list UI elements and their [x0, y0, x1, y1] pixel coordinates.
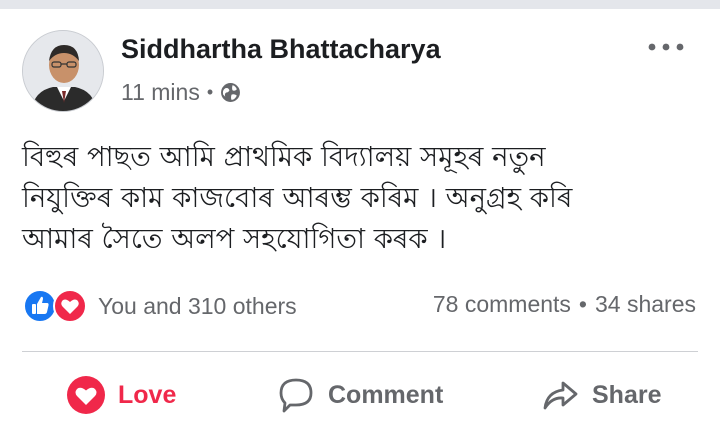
comment-label: Comment: [328, 380, 444, 409]
engagement-counts: 78 comments • 34 shares: [433, 291, 696, 318]
reactions-summary[interactable]: You and 310 others: [22, 288, 297, 324]
avatar-photo: [23, 31, 103, 111]
top-strip: [0, 0, 720, 9]
meta-separator: •: [206, 82, 214, 102]
share-arrow-icon: [543, 381, 578, 410]
more-dots-icon: [648, 43, 684, 51]
comment-icon: [279, 378, 313, 413]
love-reaction-icon: [53, 289, 87, 323]
avatar[interactable]: [22, 30, 104, 112]
globe-icon: [221, 83, 241, 102]
counts-separator: •: [578, 291, 587, 317]
comment-button[interactable]: Comment: [276, 372, 443, 418]
comments-count[interactable]: 78 comments: [433, 291, 571, 318]
love-button[interactable]: Love: [66, 372, 176, 418]
post-time[interactable]: 11 mins: [121, 79, 200, 106]
actions-divider: [22, 351, 698, 352]
more-options-button[interactable]: [640, 34, 692, 60]
author-name[interactable]: Siddhartha Bhattacharya: [121, 34, 441, 65]
post-meta: 11 mins •: [121, 79, 241, 106]
reaction-icons: [22, 288, 88, 324]
share-label: Share: [592, 380, 662, 409]
reactions-count: You and 310 others: [98, 292, 297, 319]
post-text: বিহুৰ পাছত আমি প্ৰাথমিক বিদ্যালয় সমূহৰ …: [22, 141, 573, 255]
heart-icon: [67, 376, 105, 414]
love-label: Love: [118, 380, 177, 409]
share-button[interactable]: Share: [540, 372, 661, 418]
shares-count[interactable]: 34 shares: [595, 291, 696, 318]
